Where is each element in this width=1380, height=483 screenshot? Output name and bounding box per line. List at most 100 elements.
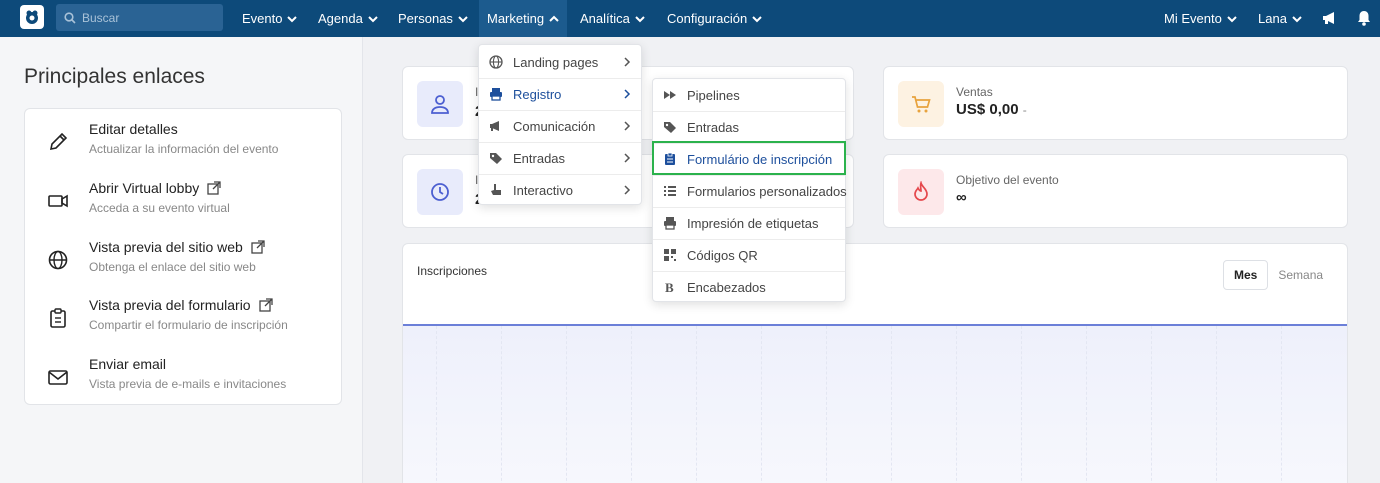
link-subtitle: Acceda a su evento virtual [89, 201, 230, 215]
external-link-icon [207, 181, 221, 195]
qrcode-icon [664, 249, 676, 261]
stat-icon-box [898, 81, 944, 127]
search-input[interactable] [82, 10, 212, 25]
sidebar: Principales enlaces Editar detalles Actu… [0, 37, 363, 483]
menu-item-label: Formularios personalizados [687, 183, 847, 199]
stat-card-ventas: Ventas US$ 0,00 - [883, 66, 1348, 140]
sidebar-title: Principales enlaces [24, 65, 205, 88]
objetivo-value: ∞ [956, 189, 967, 206]
external-link-icon [251, 240, 265, 254]
nav-personas[interactable]: Personas [398, 0, 468, 37]
bold-icon: B [665, 280, 674, 294]
link-title: Vista previa del formulario [89, 297, 273, 313]
nav-personas-label: Personas [398, 11, 453, 26]
grid-line [566, 326, 567, 483]
video-icon [48, 194, 68, 208]
nav-analitica[interactable]: Analítica [580, 0, 645, 37]
chevron-down-icon [635, 15, 645, 22]
submenu-item-encabezados[interactable]: B Encabezados [653, 271, 845, 303]
printer-icon [664, 217, 676, 230]
nav-mi-evento-label: Mi Evento [1164, 11, 1222, 26]
nav-marketing[interactable]: Marketing [479, 0, 568, 37]
main-links-card: Editar detalles Actualizar la informació… [24, 108, 342, 405]
link-enviar-email[interactable]: Enviar email Vista previa de e-mails e i… [25, 354, 343, 404]
link-title: Vista previa del sitio web [89, 239, 265, 255]
grid-line [1216, 326, 1217, 483]
menu-item-label: Entradas [687, 119, 740, 135]
submenu-item-formulario-inscripcion[interactable]: Formulário de inscripción [653, 143, 845, 175]
user-icon [431, 95, 449, 114]
globe-icon [48, 250, 68, 270]
fire-icon [914, 181, 928, 201]
link-vista-formulario[interactable]: Vista previa del formulario Compartir el… [25, 295, 343, 345]
link-subtitle: Actualizar la información del evento [89, 142, 279, 156]
chevron-down-icon [1292, 15, 1302, 22]
objetivo-label: Objetivo del evento [956, 173, 1059, 187]
link-virtual-lobby[interactable]: Abrir Virtual lobby Acceda a su evento v… [25, 178, 343, 228]
menu-item-registro[interactable]: Registro [479, 78, 641, 110]
grid-line [761, 326, 762, 483]
stat-icon-box [417, 81, 463, 127]
grid-line [631, 326, 632, 483]
nav-agenda-label: Agenda [318, 11, 363, 26]
megaphone-icon[interactable] [1321, 9, 1339, 27]
period-toggle: Mes Semana [1223, 260, 1333, 290]
menu-item-label: Landing pages [513, 54, 599, 70]
chevron-right-icon [624, 57, 631, 67]
menu-item-label: Comunicación [513, 118, 596, 134]
search-icon [64, 11, 76, 24]
link-title: Editar detalles [89, 121, 178, 137]
printer-icon [490, 88, 502, 101]
menu-item-landing-pages[interactable]: Landing pages [479, 46, 641, 78]
nav-evento-label: Evento [242, 11, 283, 26]
external-link-icon [258, 298, 273, 312]
envelope-icon [48, 370, 68, 385]
link-editar-detalles[interactable]: Editar detalles Actualizar la informació… [25, 119, 343, 169]
submenu-item-entradas[interactable]: Entradas [653, 111, 845, 143]
menu-item-comunicacion[interactable]: Comunicación [479, 110, 641, 142]
svg-text:B: B [665, 280, 674, 294]
link-subtitle: Vista previa de e-mails e invitaciones [89, 377, 287, 391]
grid-line [891, 326, 892, 483]
link-vista-sitio-web[interactable]: Vista previa del sitio web Obtenga el en… [25, 237, 343, 287]
cart-icon [912, 96, 931, 113]
submenu-item-formularios-personalizados[interactable]: Formularios personalizados [653, 175, 847, 207]
menu-item-label: Encabezados [687, 279, 766, 295]
grid-line [826, 326, 827, 483]
bell-icon[interactable] [1355, 9, 1373, 27]
chevron-down-icon [287, 15, 298, 22]
chart-plot-area [403, 324, 1347, 483]
submenu-item-impresion-etiquetas[interactable]: Impresión de etiquetas [653, 207, 845, 239]
grid-line [436, 326, 437, 483]
chevron-down-icon [752, 15, 762, 22]
app-logo[interactable] [20, 5, 44, 29]
chart-title: Inscripciones [417, 264, 488, 278]
menu-item-interactivo[interactable]: Interactivo [479, 174, 641, 206]
menu-item-label: Formulário de inscripción [687, 151, 833, 167]
stat-card-objetivo: Objetivo del evento ∞ [883, 154, 1348, 228]
link-title: Enviar email [89, 356, 167, 372]
nav-user[interactable]: Lana [1258, 0, 1302, 37]
link-title: Abrir Virtual lobby [89, 180, 221, 196]
submenu-item-pipelines[interactable]: Pipelines [653, 79, 845, 111]
nav-evento[interactable]: Evento [242, 0, 298, 37]
chevron-down-icon [368, 15, 378, 22]
toggle-semana[interactable]: Semana [1268, 260, 1333, 290]
nav-mi-evento[interactable]: Mi Evento [1164, 0, 1237, 37]
toggle-mes[interactable]: Mes [1223, 260, 1269, 290]
nav-configuracion[interactable]: Configuración [667, 0, 762, 37]
ventas-value: US$ 0,00 - [956, 101, 1027, 118]
nav-agenda[interactable]: Agenda [318, 0, 378, 37]
chevron-right-icon [624, 89, 631, 99]
clock-icon [431, 183, 449, 201]
globe-icon [489, 55, 503, 69]
top-navbar: Evento Agenda Personas Marketing Analíti… [0, 0, 1380, 37]
submenu-item-codigos-qr[interactable]: Códigos QR [653, 239, 845, 271]
registro-submenu: Pipelines Entradas Formulário de inscrip… [652, 78, 847, 303]
menu-item-label: Registro [513, 86, 562, 102]
stat-icon-box [898, 169, 944, 215]
menu-item-label: Códigos QR [687, 247, 758, 263]
menu-item-entradas[interactable]: Entradas [479, 142, 641, 174]
tags-icon [490, 153, 502, 164]
megaphone-icon [490, 121, 499, 131]
